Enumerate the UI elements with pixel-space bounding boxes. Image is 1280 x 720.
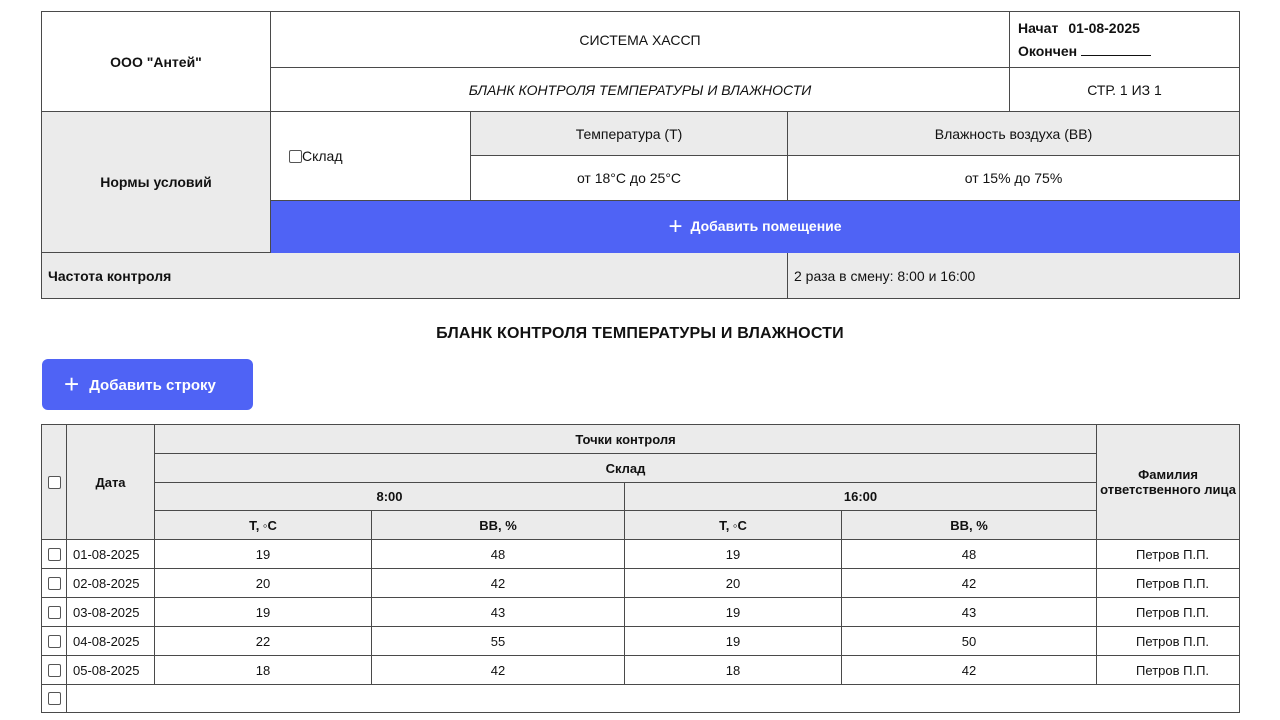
date-header: Дата: [66, 424, 155, 540]
frequency-value: 2 раза в смену: 8:00 и 16:00: [787, 252, 1240, 299]
ended-label: Окончен: [1018, 42, 1078, 59]
row-humidity-8[interactable]: 55: [371, 626, 625, 656]
room-label: Склад: [302, 148, 343, 164]
temp-col-header-2: Т, ◦С: [624, 510, 842, 540]
row-date: 03-08-2025: [66, 597, 155, 627]
row-humidity-8[interactable]: 48: [371, 539, 625, 569]
row-checkbox[interactable]: [48, 576, 61, 590]
row-select-cell: [41, 626, 67, 656]
temp-col-header-1: Т, ◦С: [154, 510, 372, 540]
row-select-cell: [41, 597, 67, 627]
add-row-label: Добавить строку: [89, 377, 216, 394]
row-humidity-16[interactable]: 42: [840, 568, 1098, 598]
company-name: ООО "Антей": [41, 11, 271, 112]
row-select-cell: [41, 568, 67, 598]
plus-icon: +: [668, 212, 683, 240]
humidity-col-header-2: ВВ, %: [840, 510, 1098, 540]
temp-header: Температура (Т): [470, 111, 788, 156]
row-date: 05-08-2025: [66, 655, 155, 685]
norms-label: Нормы условий: [41, 111, 271, 253]
row-humidity-16[interactable]: 43: [840, 597, 1098, 627]
measurements-table: Дата Точки контроля Фамилия ответственно…: [41, 424, 1241, 713]
temp-range: от 18°С до 25°С: [470, 155, 788, 201]
row-checkbox[interactable]: [48, 605, 61, 619]
table-row: 02-08-2025 20 42 20 42 Петров П.П.: [41, 568, 1241, 598]
row-humidity-8[interactable]: 42: [371, 568, 625, 598]
row-temp-8[interactable]: 22: [154, 626, 372, 656]
room-header: Склад: [153, 453, 1098, 483]
table-row: 03-08-2025 19 43 19 43 Петров П.П.: [41, 597, 1241, 627]
row-temp-8[interactable]: 19: [154, 539, 372, 569]
row-person: Петров П.П.: [1096, 568, 1241, 598]
row-temp-8[interactable]: 20: [154, 568, 372, 598]
row-date: 02-08-2025: [66, 568, 155, 598]
row-temp-16[interactable]: 19: [624, 539, 842, 569]
row-person: Петров П.П.: [1096, 626, 1241, 656]
row-humidity-16[interactable]: 42: [840, 655, 1098, 685]
humidity-col-header-1: ВВ, %: [371, 510, 625, 540]
row-checkbox[interactable]: [48, 663, 61, 677]
row-temp-16[interactable]: 19: [624, 626, 842, 656]
time-header-2: 16:00: [623, 482, 1098, 511]
row-checkbox[interactable]: [48, 634, 61, 648]
row-temp-16[interactable]: 20: [624, 568, 842, 598]
row-person: Петров П.П.: [1096, 539, 1241, 569]
row-checkbox[interactable]: [48, 692, 61, 705]
time-header-1: 8:00: [154, 482, 625, 511]
row-humidity-16[interactable]: 50: [840, 626, 1098, 656]
table-row: 04-08-2025 22 55 19 50 Петров П.П.: [41, 626, 1241, 656]
humidity-header: Влажность воздуха (ВВ): [787, 111, 1240, 156]
row-temp-8[interactable]: 18: [154, 655, 372, 685]
ended-date-blank[interactable]: [1080, 44, 1151, 56]
started-date: 01-08-2025: [1068, 19, 1140, 36]
select-all-cell: [41, 424, 67, 540]
person-header: Фамилия ответственного лица: [1096, 424, 1241, 540]
table-row: 01-08-2025 19 48 19 48 Петров П.П.: [41, 539, 1241, 569]
form-header-table: ООО "Антей" СИСТЕМА ХАССП Начат 01-08-202…: [41, 11, 1240, 299]
add-room-label: Добавить помещение: [690, 217, 842, 234]
add-room-button[interactable]: + Добавить помещение: [270, 200, 1240, 253]
row-person: Петров П.П.: [1096, 597, 1241, 627]
page-indicator: СТР. 1 ИЗ 1: [1009, 67, 1240, 112]
row-temp-16[interactable]: 18: [624, 655, 842, 685]
journal-dates: Начат 01-08-2025 Окончен: [1009, 11, 1240, 68]
select-all-checkbox[interactable]: [47, 475, 61, 489]
room-cell: Склад: [270, 111, 471, 201]
empty-row-cell[interactable]: [65, 684, 1241, 713]
row-select-cell: [41, 684, 67, 713]
row-date: 01-08-2025: [66, 539, 155, 569]
add-row-button[interactable]: + Добавить строку: [42, 359, 253, 410]
section-title: БЛАНК КОНТРОЛЯ ТЕМПЕРАТУРЫ И ВЛАЖНОСТИ: [436, 325, 844, 342]
row-humidity-16[interactable]: 48: [840, 539, 1098, 569]
row-checkbox[interactable]: [48, 547, 61, 561]
system-title: СИСТЕМА ХАССП: [270, 11, 1010, 68]
row-select-cell: [41, 655, 67, 685]
started-label: Начат: [1018, 19, 1059, 36]
row-humidity-8[interactable]: 43: [371, 597, 625, 627]
humidity-range: от 15% до 75%: [787, 155, 1240, 201]
row-temp-16[interactable]: 19: [624, 597, 842, 627]
room-checkbox[interactable]: [289, 150, 302, 163]
row-person: Петров П.П.: [1096, 655, 1241, 685]
frequency-label: Частота контроля: [41, 252, 788, 299]
row-select-cell: [41, 539, 67, 569]
row-temp-8[interactable]: 19: [154, 597, 372, 627]
plus-icon: +: [64, 369, 80, 399]
table-row-empty: [41, 684, 1241, 713]
form-title: БЛАНК КОНТРОЛЯ ТЕМПЕРАТУРЫ И ВЛАЖНОСТИ: [270, 67, 1010, 112]
table-row: 05-08-2025 18 42 18 42 Петров П.П.: [41, 655, 1241, 685]
row-humidity-8[interactable]: 42: [371, 655, 625, 685]
points-header: Точки контроля: [153, 424, 1098, 454]
row-date: 04-08-2025: [66, 626, 155, 656]
